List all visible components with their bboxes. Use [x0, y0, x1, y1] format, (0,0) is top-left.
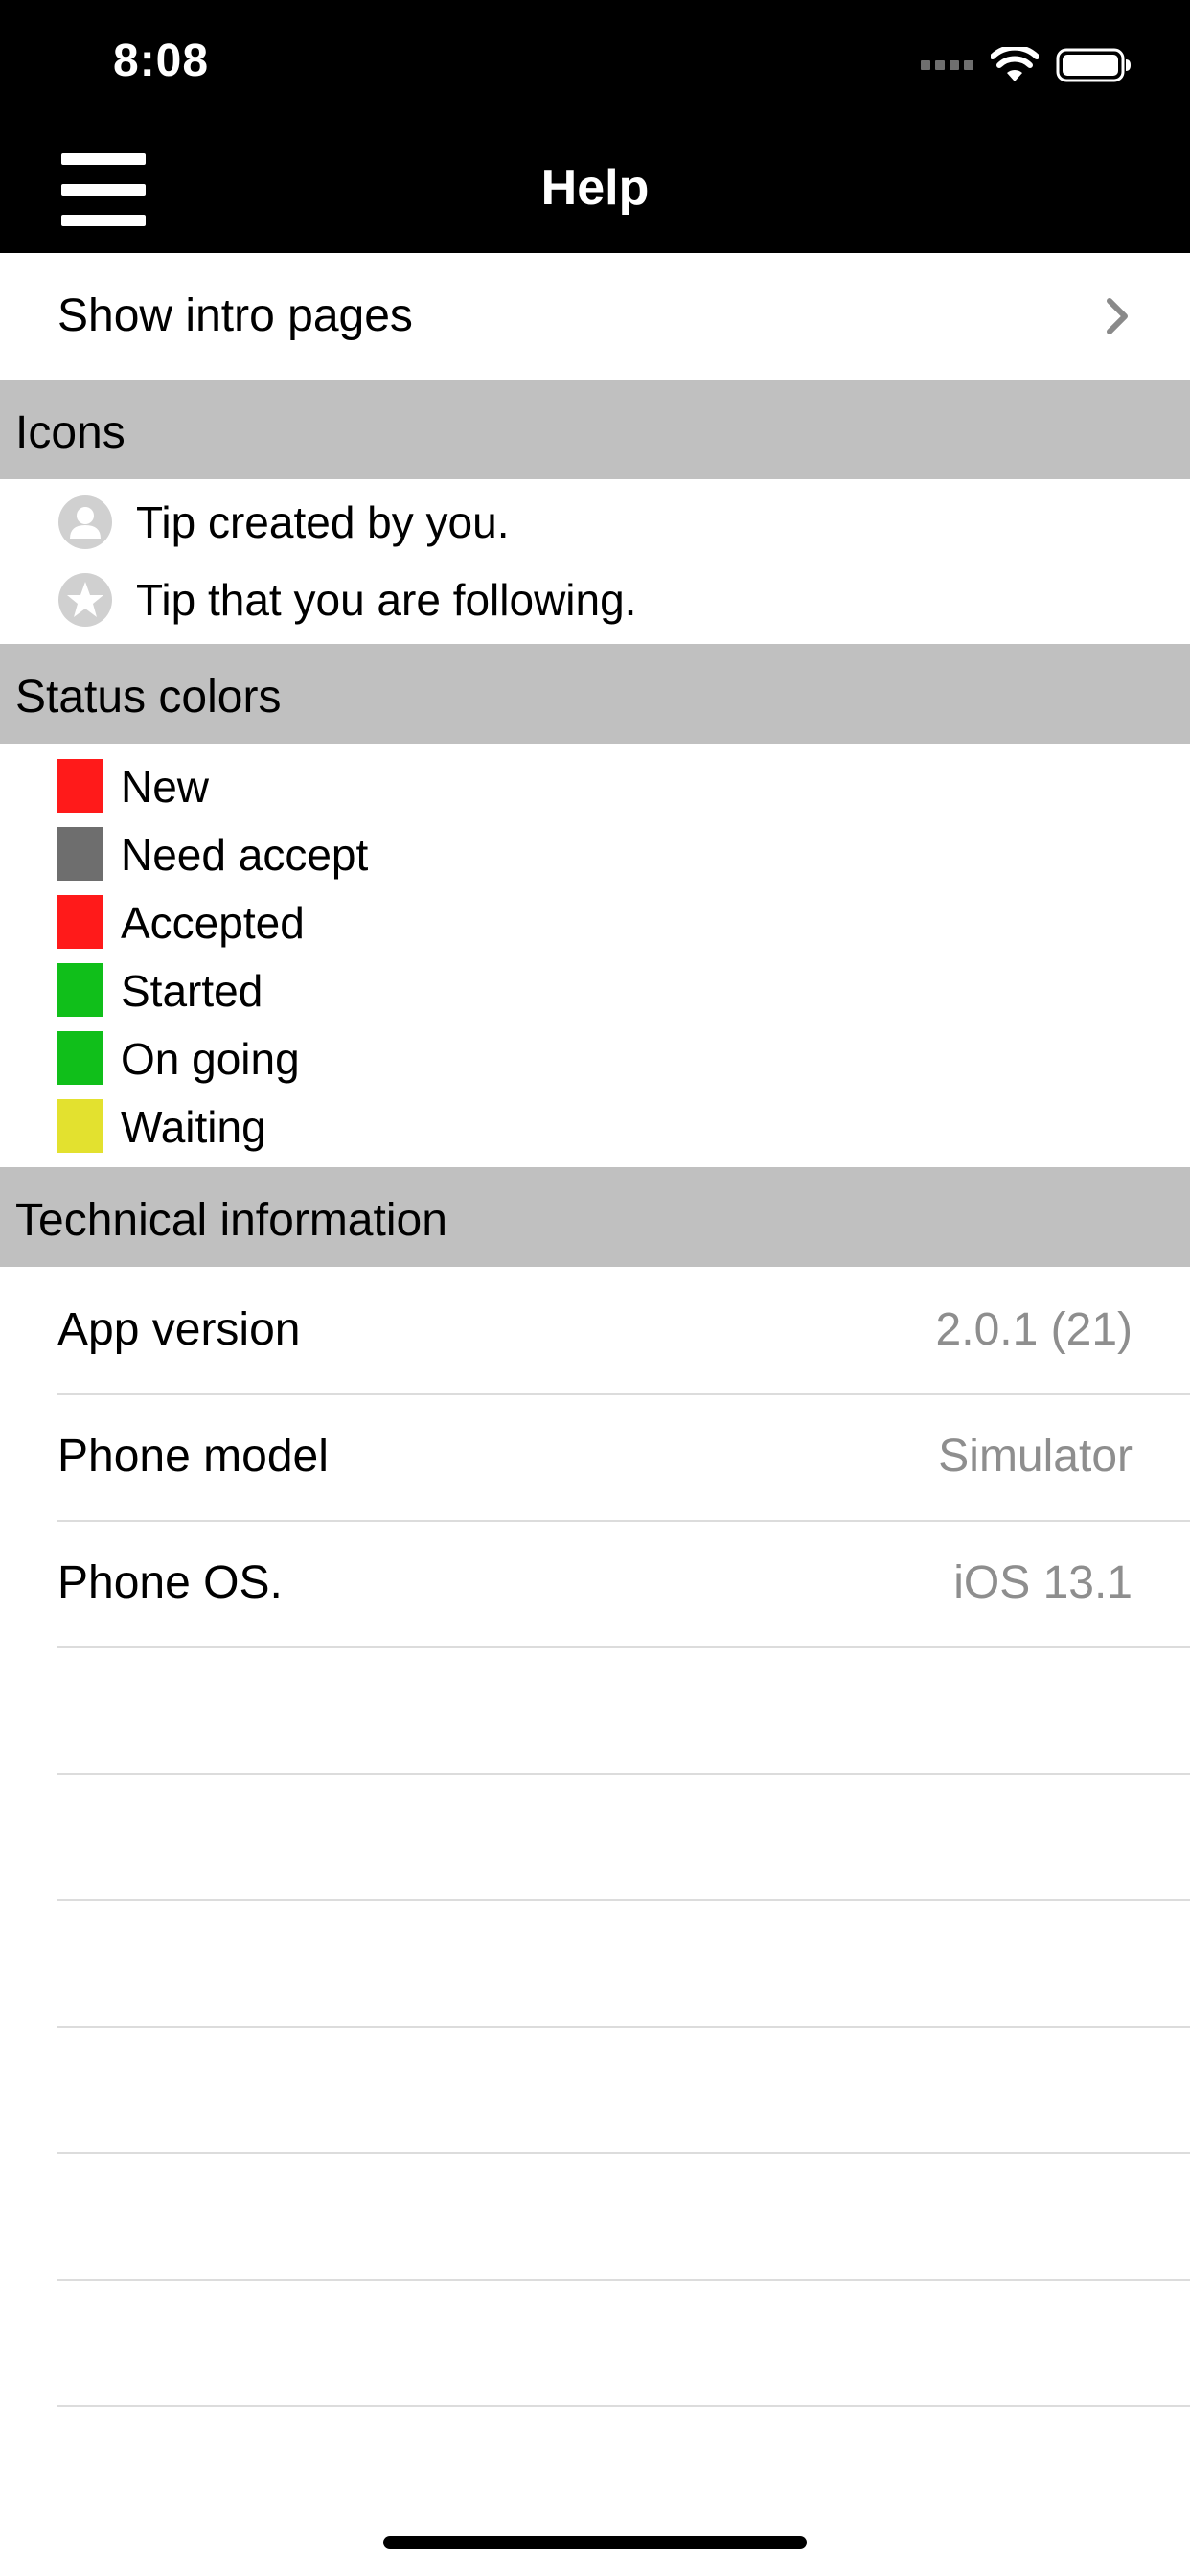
- person-icon: [58, 495, 112, 549]
- status-label: Waiting: [121, 1102, 266, 1152]
- row-separator: [57, 2152, 1190, 2154]
- status-swatch: [57, 895, 103, 949]
- row-separator: [57, 1899, 1190, 1901]
- section-header-technical-information: Technical information: [0, 1167, 1190, 1267]
- status-time: 8:08: [113, 35, 210, 86]
- cellular-signal-icon: [921, 60, 973, 70]
- section-header-icons: Icons: [0, 380, 1190, 479]
- status-swatch: [57, 963, 103, 1017]
- status-color-item: On going: [0, 1024, 1190, 1091]
- icon-legend-text: Tip that you are following.: [136, 575, 637, 625]
- status-color-item: Need accept: [0, 819, 1190, 886]
- tech-key: Phone OS.: [57, 1557, 283, 1608]
- status-label: Accepted: [121, 898, 305, 948]
- status-color-item: New: [0, 751, 1190, 818]
- status-label: On going: [121, 1034, 300, 1084]
- row-separator: [57, 1646, 1190, 1648]
- row-separator: [57, 1773, 1190, 1775]
- status-color-item: Waiting: [0, 1092, 1190, 1159]
- row-separator: [57, 2026, 1190, 2028]
- section-header-status-colors: Status colors: [0, 644, 1190, 744]
- status-swatch: [57, 1099, 103, 1153]
- icon-legend-text: Tip created by you.: [136, 497, 510, 547]
- tech-key: Phone model: [57, 1431, 329, 1482]
- tech-row-app-version: App version 2.0.1 (21): [0, 1267, 1190, 1393]
- row-separator: [57, 2279, 1190, 2281]
- tech-key: App version: [57, 1304, 301, 1355]
- show-intro-pages-row[interactable]: Show intro pages: [0, 253, 1190, 380]
- status-icons: [921, 44, 1133, 86]
- status-swatch: [57, 827, 103, 881]
- status-swatch: [57, 1031, 103, 1085]
- tech-row-phone-model: Phone model Simulator: [0, 1393, 1190, 1520]
- icon-legend-item: Tip created by you.: [0, 487, 1190, 558]
- row-separator: [57, 2405, 1190, 2407]
- top-bar: 8:08 Help: [0, 0, 1190, 253]
- home-indicator[interactable]: [383, 2536, 807, 2549]
- status-label: New: [121, 762, 210, 812]
- status-color-item: Accepted: [0, 887, 1190, 954]
- tech-value: Simulator: [938, 1431, 1133, 1482]
- intro-row-label: Show intro pages: [57, 290, 413, 341]
- status-label: Need accept: [121, 830, 369, 880]
- status-label: Started: [121, 966, 263, 1016]
- section-title: Technical information: [15, 1195, 447, 1246]
- section-title: Status colors: [15, 672, 282, 723]
- page-title: Help: [540, 160, 650, 216]
- tech-value: 2.0.1 (21): [935, 1304, 1133, 1355]
- wifi-icon: [991, 47, 1039, 81]
- battery-icon: [1056, 48, 1131, 82]
- star-icon: [58, 573, 112, 627]
- tech-value: iOS 13.1: [953, 1557, 1133, 1608]
- tech-row-phone-os: Phone OS. iOS 13.1: [0, 1520, 1190, 1646]
- status-swatch: [57, 759, 103, 813]
- section-title: Icons: [15, 407, 126, 458]
- chevron-right-icon: [1107, 298, 1128, 334]
- status-color-item: Started: [0, 955, 1190, 1023]
- icon-legend-item: Tip that you are following.: [0, 564, 1190, 635]
